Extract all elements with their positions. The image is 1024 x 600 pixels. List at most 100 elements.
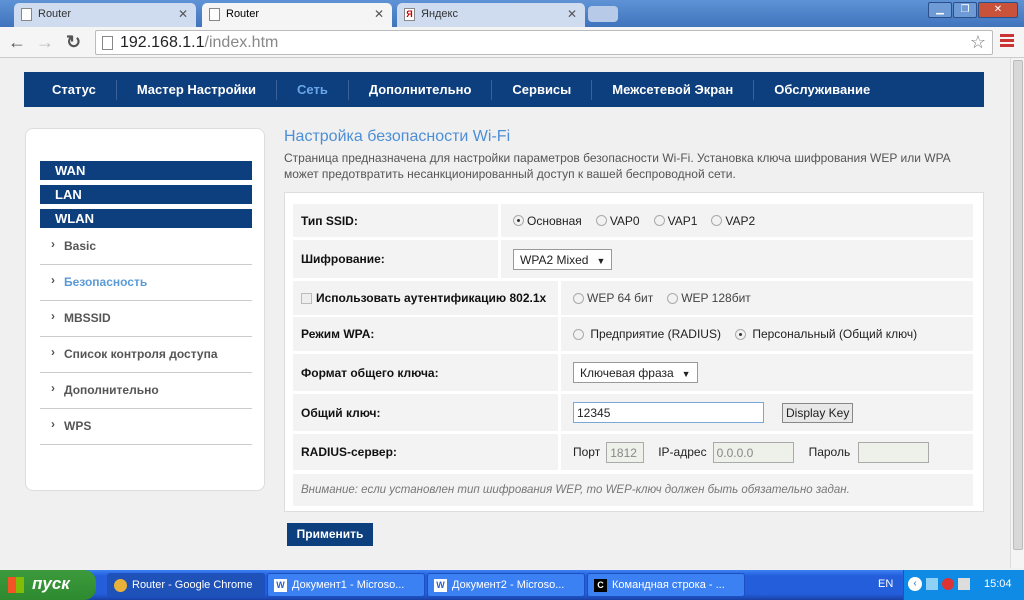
start-button[interactable]: пуск [0, 570, 96, 600]
key-format-row: Формат общего ключа: Ключевая фраза ▼ [293, 354, 973, 391]
encryption-row: Шифрование: WPA2 Mixed ▼ [293, 240, 973, 278]
wpa-personal-radio[interactable]: Персональный (Общий ключ) [734, 327, 918, 341]
task-chrome[interactable]: Router - Google Chrome [107, 573, 265, 597]
option-label: VAP0 [609, 213, 640, 228]
display-key-button[interactable]: Display Key [782, 402, 854, 423]
tab-bar: Router ✕ Router ✕ Я Яндекс ✕ ▁ ❐ ✕ [0, 0, 1024, 27]
task-label: Командная строка - ... [612, 579, 725, 591]
ssid-vap2-radio[interactable]: VAP2 [711, 214, 755, 228]
ssid-vap0-radio[interactable]: VAP0 [595, 213, 640, 228]
system-tray: ‹ 15:04 [903, 570, 1024, 600]
nav-maintenance[interactable]: Обслуживание [754, 80, 890, 100]
reload-icon[interactable]: ↻ [66, 32, 81, 53]
sidebar-item-security[interactable]: Безопасность [40, 265, 252, 301]
new-tab-button[interactable] [588, 6, 618, 22]
sidebar-item-advanced[interactable]: Дополнительно [40, 373, 252, 409]
close-tab-icon[interactable]: ✕ [374, 7, 384, 21]
wpa-mode-label: Режим WPA: [293, 317, 558, 351]
shared-key-label: Общий ключ: [293, 394, 558, 431]
ip-input[interactable]: 0.0.0.0 [712, 441, 794, 463]
page-icon [21, 8, 32, 21]
chevron-down-icon: ▼ [681, 369, 691, 379]
password-label: Пароль [808, 445, 851, 459]
key-format-select[interactable]: Ключевая фраза ▼ [573, 362, 698, 383]
task-word-2[interactable]: W Документ2 - Microso... [427, 573, 585, 597]
page-title: Настройка безопасности Wi-Fi [284, 128, 511, 145]
nav-network[interactable]: Сеть [277, 79, 349, 100]
start-label: пуск [32, 574, 70, 593]
close-tab-icon[interactable]: ✕ [178, 7, 188, 21]
minimize-button[interactable]: ▁ [928, 2, 952, 18]
auth-label: Использовать аутентификацию 802.1x [316, 291, 547, 305]
task-cmd[interactable]: C Командная строка - ... [587, 573, 745, 597]
ssid-main-radio[interactable]: Основная [513, 214, 582, 228]
nav-firewall[interactable]: Межсетевой Экран [592, 79, 755, 100]
encryption-select[interactable]: WPA2 Mixed ▼ [513, 248, 613, 270]
clock[interactable]: 15:04 [984, 578, 1012, 590]
router-page: Статус Мастер Настройки Сеть Дополнитель… [0, 58, 1010, 568]
radius-row: RADIUS-сервер: Порт 1812 IP-адрес 0.0.0.… [293, 434, 973, 470]
sidebar-section-lan[interactable]: LAN [40, 185, 252, 204]
taskbar: пуск Router - Google Chrome W Документ1 -… [0, 570, 1024, 600]
sidebar-section-wlan[interactable]: WLAN [40, 209, 252, 228]
option-label: Предприятие (RADIUS) [590, 327, 721, 341]
page-icon [102, 36, 113, 50]
option-label: WEP 64 бит [587, 291, 654, 305]
ip-label: IP-адрес [658, 445, 707, 459]
password-input[interactable] [858, 441, 930, 463]
forward-icon[interactable]: → [36, 32, 54, 53]
task-word-1[interactable]: W Документ1 - Microso... [267, 573, 425, 597]
menu-icon[interactable] [1000, 34, 1014, 49]
back-icon[interactable]: ← [8, 32, 26, 53]
bookmark-star-icon[interactable]: ☆ [970, 32, 986, 53]
nav-wizard[interactable]: Мастер Настройки [117, 79, 277, 100]
maximize-button[interactable]: ❐ [953, 2, 977, 18]
address-bar[interactable]: 192.168.1.1/index.htm ☆ [95, 30, 993, 55]
sidebar-item-basic[interactable]: Basic [40, 229, 252, 265]
scrollbar-thumb[interactable] [1013, 60, 1023, 550]
wep64-radio[interactable]: WEP 64 бит [573, 291, 653, 305]
browser-toolbar: ← → ↻ 192.168.1.1/index.htm ☆ [0, 27, 1024, 58]
vertical-scrollbar[interactable] [1010, 58, 1024, 568]
security-icon[interactable] [942, 578, 954, 590]
language-indicator[interactable]: EN [878, 578, 893, 590]
sidebar-item-wps[interactable]: WPS [40, 409, 252, 445]
wpa-enterprise-radio[interactable]: Предприятие (RADIUS) [573, 327, 721, 341]
apply-button[interactable]: Применить [287, 523, 373, 546]
chrome-icon [114, 579, 127, 592]
nav-services[interactable]: Сервисы [492, 79, 593, 100]
key-format-label: Формат общего ключа: [293, 354, 558, 391]
tab-router-2[interactable]: Router ✕ [202, 3, 392, 27]
page-icon [209, 8, 220, 21]
windows-logo-icon [8, 577, 24, 593]
wep128-radio[interactable]: WEP 128бит [667, 291, 751, 305]
encryption-label: Шифрование: [293, 240, 498, 278]
ssid-label: Тип SSID: [293, 204, 498, 237]
port-input[interactable]: 1812 [606, 441, 645, 463]
task-label: Документ2 - Microso... [452, 579, 565, 591]
close-tab-icon[interactable]: ✕ [567, 7, 577, 21]
network-icon[interactable] [926, 578, 938, 590]
radius-label: RADIUS-сервер: [293, 434, 558, 470]
tab-router-1[interactable]: Router ✕ [14, 3, 196, 27]
select-value: WPA2 Mixed [520, 252, 589, 267]
shared-key-input[interactable]: 12345 [573, 402, 764, 423]
sidebar-item-acl[interactable]: Список контроля доступа [40, 337, 252, 373]
sidebar-item-mbssid[interactable]: MBSSID [40, 301, 252, 337]
tray-app-icon[interactable] [958, 578, 970, 590]
nav-status[interactable]: Статус [32, 79, 117, 100]
option-label: Персональный (Общий ключ) [752, 327, 918, 341]
auth-8021x-checkbox[interactable] [301, 292, 312, 304]
ssid-vap1-radio[interactable]: VAP1 [653, 214, 697, 228]
page-description: Страница предназначена для настройки пар… [284, 151, 951, 181]
wpa-mode-row: Режим WPA: Предприятие (RADIUS) Персонал… [293, 317, 973, 351]
close-window-button[interactable]: ✕ [978, 2, 1018, 18]
nav-advanced[interactable]: Дополнительно [349, 79, 493, 100]
chevron-down-icon: ▼ [596, 255, 606, 266]
tab-yandex[interactable]: Я Яндекс ✕ [397, 3, 585, 27]
task-label: Router - Google Chrome [132, 579, 253, 591]
auth-row: Использовать аутентификацию 802.1x WEP 6… [293, 281, 973, 315]
option-label: Основная [527, 213, 582, 228]
chevron-left-icon[interactable]: ‹ [908, 577, 922, 591]
sidebar-section-wan[interactable]: WAN [40, 161, 252, 180]
